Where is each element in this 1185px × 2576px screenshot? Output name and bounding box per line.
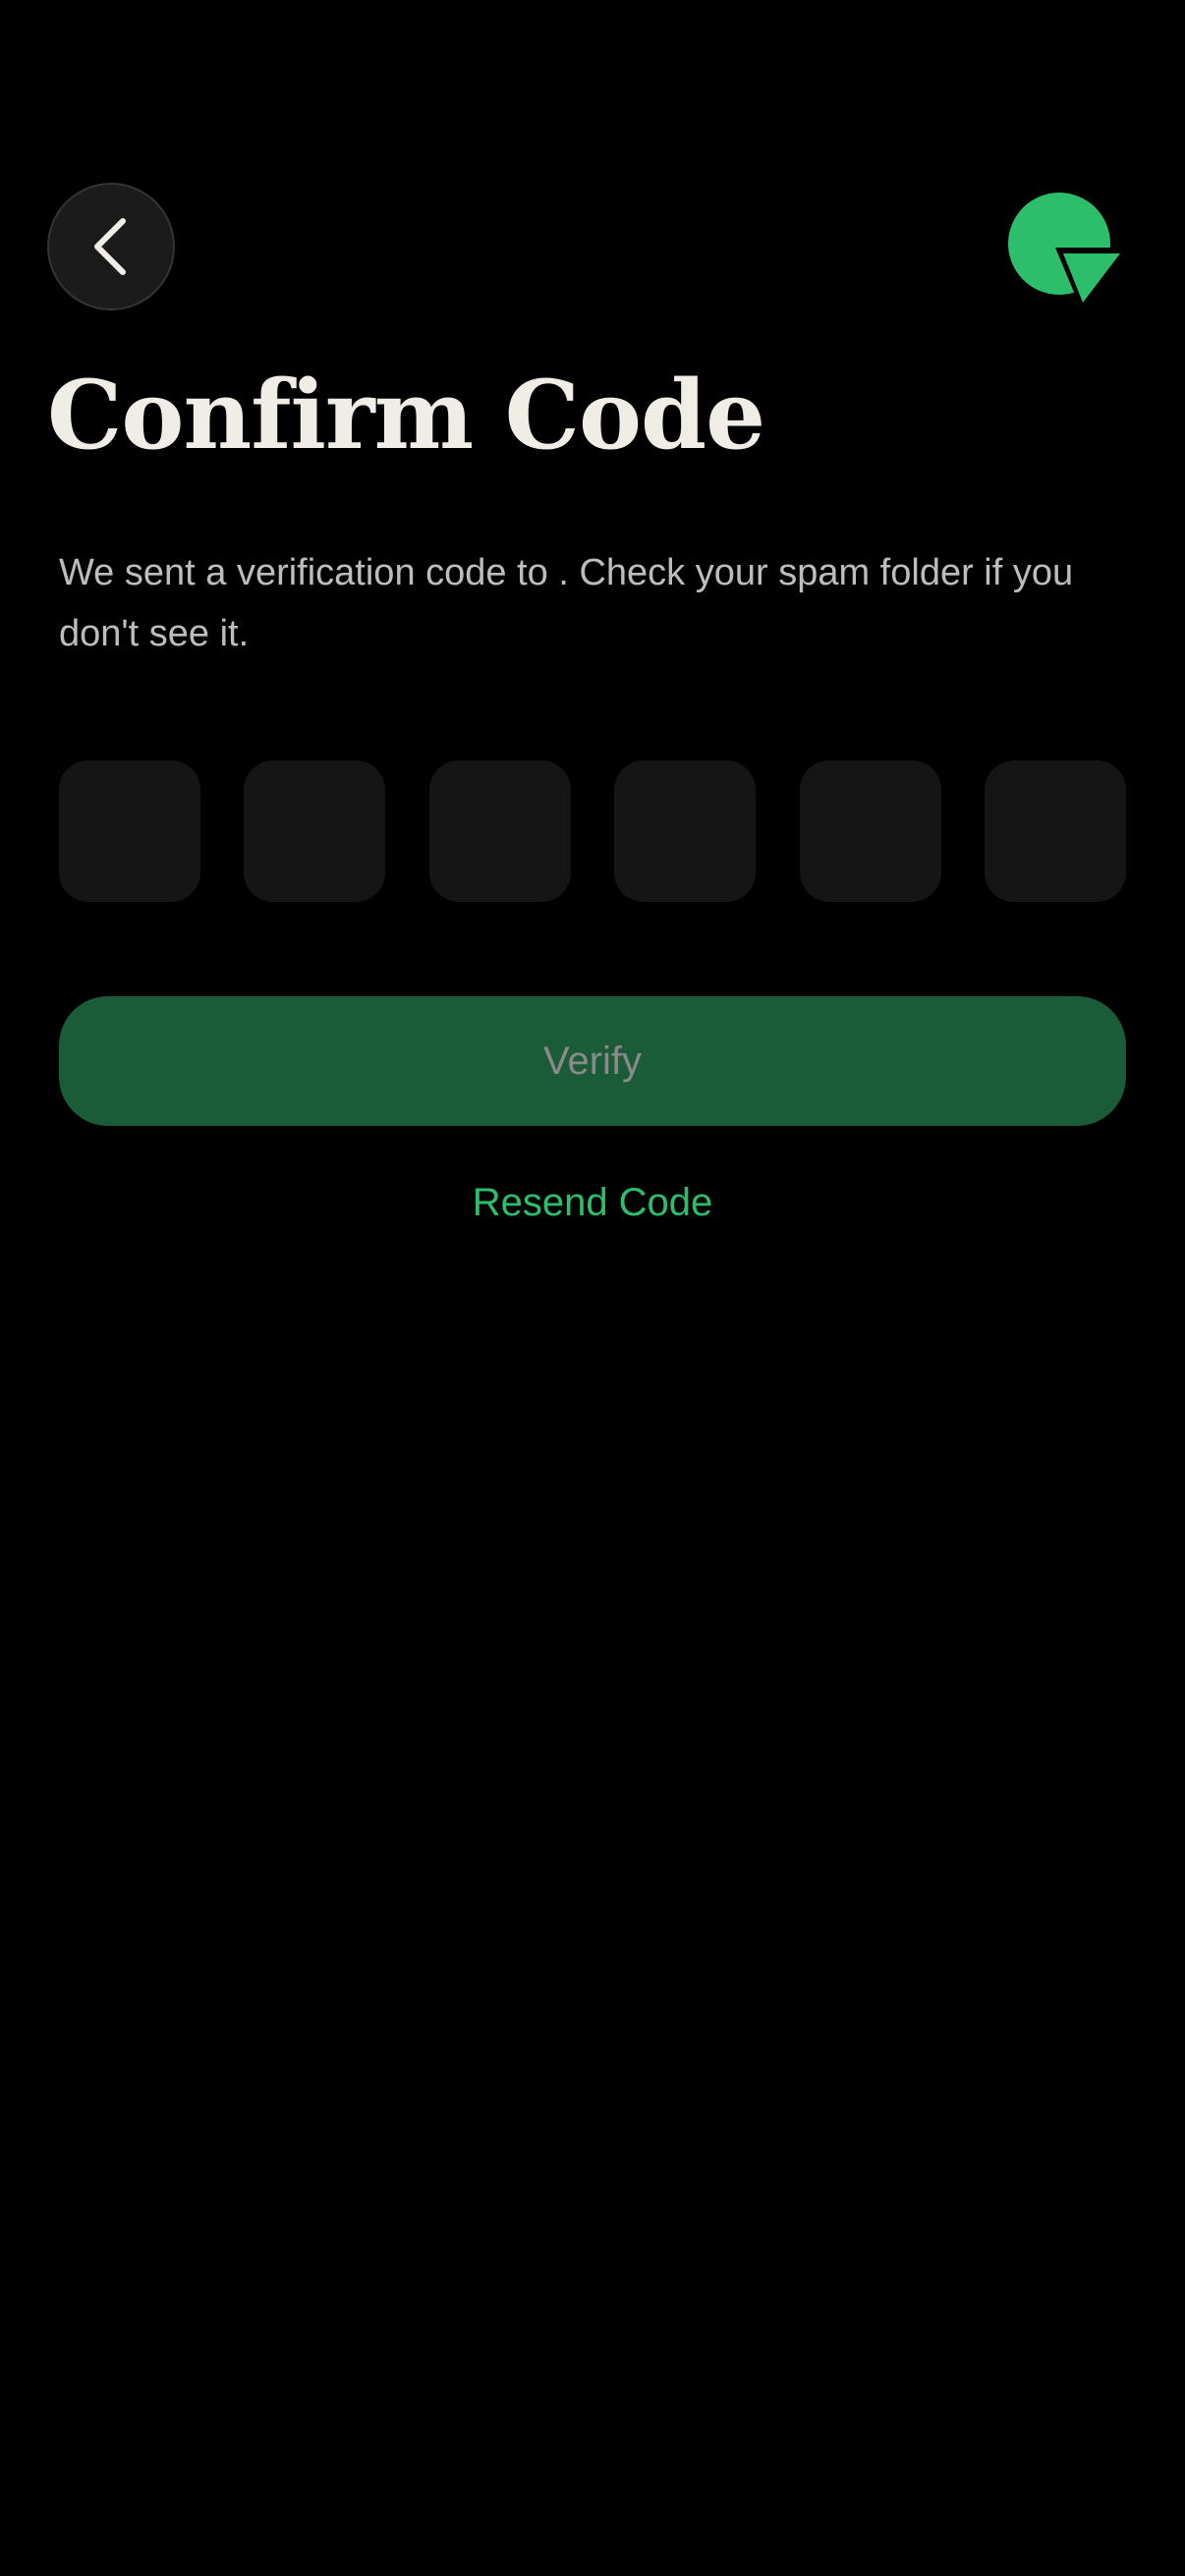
code-digit-2[interactable] <box>244 760 386 902</box>
code-input-row <box>59 760 1126 902</box>
page-title: Confirm Code <box>47 360 765 471</box>
verification-description: We sent a verification code to . Check y… <box>59 552 1074 654</box>
code-digit-6[interactable] <box>984 760 1126 902</box>
resend-code-link[interactable]: Resend Code <box>0 1173 1185 1232</box>
code-digit-3[interactable] <box>428 760 571 902</box>
code-digit-4[interactable] <box>614 760 757 902</box>
verify-button[interactable]: Verify <box>59 996 1126 1126</box>
brand-logo-icon <box>1008 193 1128 307</box>
code-digit-1[interactable] <box>59 760 200 902</box>
code-digit-5[interactable] <box>799 760 941 902</box>
back-button[interactable] <box>47 183 175 310</box>
chevron-left-icon <box>94 218 126 275</box>
